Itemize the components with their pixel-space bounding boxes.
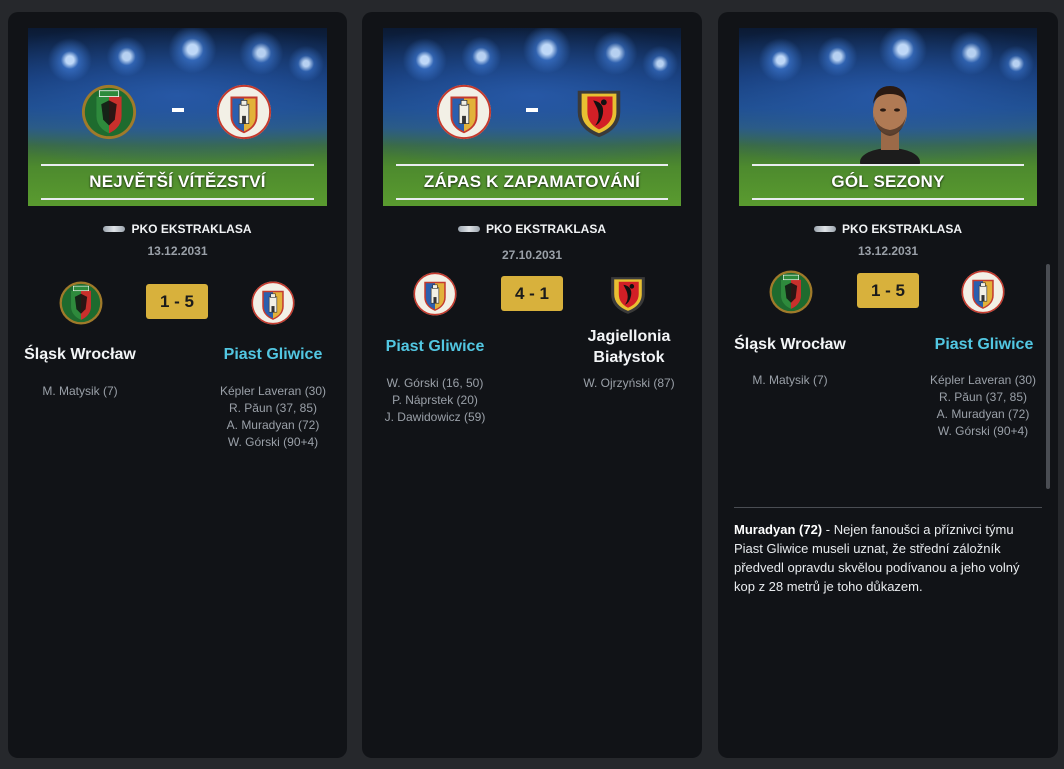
league-label: PKO EKSTRAKLASA xyxy=(718,222,1058,236)
league-name: PKO EKSTRAKLASA xyxy=(485,222,606,236)
score-badge[interactable]: 4 - 1 xyxy=(501,276,563,311)
scorer-entry: M. Matysik (7) xyxy=(42,384,118,398)
score-badge[interactable]: 1 - 5 xyxy=(857,273,919,308)
stadium-banner: ZÁPAS K ZAPAMATOVÁNÍ xyxy=(383,28,681,206)
stadium-banner: NEJVĚTŠÍ VÍTĚZSTVÍ xyxy=(28,28,327,206)
league-logo-icon xyxy=(457,226,480,232)
versus-dash xyxy=(171,108,184,112)
scorer-entry: Képler Laveran (30) xyxy=(219,384,327,398)
scorer-entry: R. Păun (37, 85) xyxy=(938,390,1028,404)
away-team-name[interactable]: Piast Gliwice xyxy=(904,334,1058,355)
scorer-entry: R. Păun (37, 85) xyxy=(228,401,318,415)
league-logo-icon xyxy=(103,226,126,232)
scorer-entry: Képler Laveran (30) xyxy=(929,373,1037,387)
banner-rule-top xyxy=(396,164,668,166)
away-team-name-line1: Jagiellonia xyxy=(587,328,671,345)
home-team-name[interactable]: Śląsk Wrocław xyxy=(718,334,870,355)
slask-wroclaw-crest-icon xyxy=(80,83,138,141)
league-label: PKO EKSTRAKLASA xyxy=(362,222,702,236)
memorable-match-card[interactable]: ZÁPAS K ZAPAMATOVÁNÍ PKO EKSTRAKLASA 27.… xyxy=(362,12,702,758)
card-title: ZÁPAS K ZAPAMATOVÁNÍ xyxy=(423,172,641,191)
home-team-name[interactable]: Śląsk Wrocław xyxy=(8,344,160,365)
match-date: 13.12.2031 xyxy=(857,244,919,258)
goal-scorer-lead: Muradyan (72) xyxy=(734,522,823,537)
away-team-name[interactable]: Piast Gliwice xyxy=(193,344,347,365)
away-team-name-line2: Białystok xyxy=(593,349,665,366)
banner-rule-bottom xyxy=(396,198,668,200)
jagiellonia-bialystok-crest-icon[interactable] xyxy=(605,271,651,317)
home-scorers: M. Matysik (7) xyxy=(718,372,865,389)
versus-dash xyxy=(526,108,538,112)
scrollbar[interactable] xyxy=(1046,264,1050,489)
best-win-card[interactable]: NEJVĚTŠÍ VÍTĚZSTVÍ PKO EKSTRAKLASA 13.12… xyxy=(8,12,347,758)
scorer-entry: P. Náprstek (20) xyxy=(392,393,478,407)
jagiellonia-bialystok-crest-icon xyxy=(570,83,628,141)
piast-gliwice-crest-icon xyxy=(215,83,273,141)
player-portrait xyxy=(860,86,920,164)
piast-gliwice-crest-icon[interactable] xyxy=(250,280,296,326)
match-date: 13.12.2031 xyxy=(147,244,208,258)
scorer-entry: J. Dawidowicz (59) xyxy=(384,410,486,424)
home-scorers: M. Matysik (7) xyxy=(8,383,155,400)
home-scorers: W. Górski (16, 50) P. Náprstek (20) J. D… xyxy=(362,375,510,426)
banner-rule-top xyxy=(41,164,314,166)
away-scorers: Képler Laveran (30) R. Păun (37, 85) A. … xyxy=(908,372,1058,440)
scorer-entry: W. Górski (90+4) xyxy=(937,424,1029,438)
goal-description: Muradyan (72) - Nejen fanoušci a přízniv… xyxy=(734,520,1044,596)
match-date: 27.10.2031 xyxy=(501,248,563,262)
slask-wroclaw-crest-icon[interactable] xyxy=(768,269,814,315)
banner-rule-bottom xyxy=(752,198,1024,200)
away-scorers: Képler Laveran (30) R. Păun (37, 85) A. … xyxy=(198,383,347,451)
banner-rule-top xyxy=(752,164,1024,166)
away-scorers: W. Ojrzyński (87) xyxy=(554,375,702,392)
piast-gliwice-crest-icon[interactable] xyxy=(960,269,1006,315)
piast-gliwice-crest-icon xyxy=(435,83,493,141)
card-title: GÓL SEZONY xyxy=(831,172,945,191)
divider xyxy=(734,507,1042,508)
away-team-name[interactable]: Jagiellonia Białystok xyxy=(549,326,702,368)
scorer-entry: A. Muradyan (72) xyxy=(226,418,320,432)
scorer-entry: W. Górski (90+4) xyxy=(227,435,319,449)
scorer-entry: A. Muradyan (72) xyxy=(936,407,1030,421)
slask-wroclaw-crest-icon[interactable] xyxy=(58,280,104,326)
banner-rule-bottom xyxy=(41,198,314,200)
scorer-entry: W. Ojrzyński (87) xyxy=(583,376,675,390)
league-logo-icon xyxy=(813,226,836,232)
score-badge[interactable]: 1 - 5 xyxy=(146,284,208,319)
league-name: PKO EKSTRAKLASA xyxy=(131,222,252,236)
stadium-banner: GÓL SEZONY xyxy=(739,28,1037,206)
card-title: NEJVĚTŠÍ VÍTĚZSTVÍ xyxy=(89,172,266,191)
piast-gliwice-crest-icon[interactable] xyxy=(412,271,458,317)
goal-of-season-card[interactable]: GÓL SEZONY PKO EKSTRAKLASA 13.12.2031 1 … xyxy=(718,12,1058,758)
league-name: PKO EKSTRAKLASA xyxy=(841,222,962,236)
home-team-name[interactable]: Piast Gliwice xyxy=(362,336,515,357)
scorer-entry: M. Matysik (7) xyxy=(752,373,828,387)
league-label: PKO EKSTRAKLASA xyxy=(8,222,347,236)
scorer-entry: W. Górski (16, 50) xyxy=(386,376,484,390)
